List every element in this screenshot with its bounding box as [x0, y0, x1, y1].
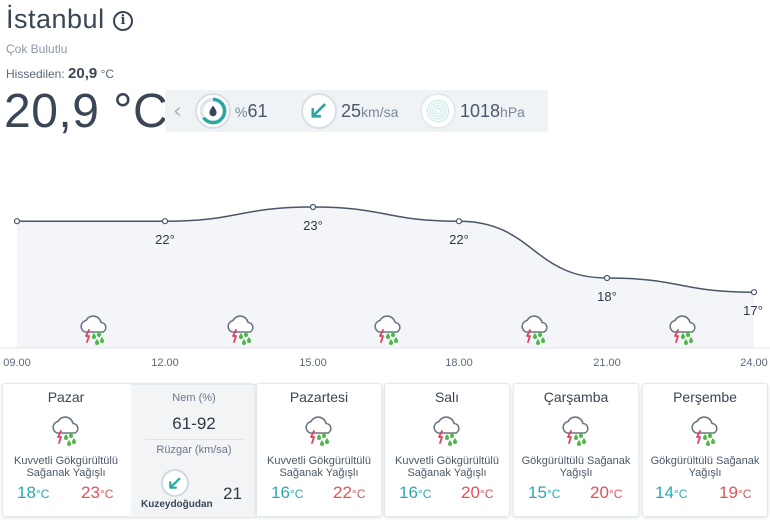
chart-x-tick-label: 12.00	[151, 357, 179, 369]
chart-point	[161, 218, 169, 225]
divider	[145, 439, 243, 440]
chart-point	[13, 218, 21, 225]
forecast-day: Pazar	[47, 389, 85, 405]
forecast-description: Kuvvetli Gökgürültülü Sağanak Yağışlı	[267, 455, 371, 479]
current-stats-bar: ‹ %61 25km/sa 1018hPa	[165, 90, 548, 132]
city-name: İstanbul	[6, 4, 105, 34]
feels-like-value: 20,9	[68, 65, 98, 82]
current-temperature: 20,9 °C	[4, 85, 169, 138]
humidity-label: Nem (%)	[172, 392, 216, 404]
humidity-icon	[195, 93, 231, 129]
forecast-min-temp: 15°C	[528, 483, 561, 502]
forecast-card-4[interactable]: Perşembe Gökgürültülü Sağanak Yağışlı 14°…	[642, 383, 768, 517]
forecast-min-temp: 16°C	[271, 483, 304, 502]
forecast-card-0[interactable]: Pazar Kuvvetli Gökgürültülü Sağanak Yağış…	[2, 383, 257, 518]
current-condition: Çok Bulutlu	[6, 42, 68, 56]
chart-point	[750, 289, 758, 296]
thunderstorm-rain-icon	[52, 416, 79, 447]
chevron-left-icon[interactable]: ‹	[173, 99, 182, 124]
thunderstorm-rain-icon	[305, 416, 332, 447]
feels-like: Hissedilen: 20,9 °C	[6, 65, 114, 82]
chart-point	[455, 218, 463, 225]
pressure-icon	[420, 93, 456, 129]
forecast-day: Perşembe	[673, 389, 737, 405]
chart-x-tick-label: 24.00	[740, 357, 768, 369]
wind-speed-value: 21	[223, 484, 242, 503]
hourly-temperature-chart: 09.00 22° 12.00 23° 15.00 22° 18.00 18° 21.00 17°…	[0, 203, 770, 369]
chart-point-label: 23°	[303, 218, 323, 233]
forecast-min-temp: 18°C	[17, 483, 50, 502]
forecast-card-1[interactable]: Pazartesi Kuvvetli Gökgürültülü Sağanak Y…	[256, 383, 382, 517]
forecast-day: Çarşamba	[543, 389, 609, 405]
chart-point-label: 22°	[155, 232, 175, 247]
info-icon[interactable]: i	[113, 11, 133, 31]
forecast-day: Pazartesi	[289, 389, 349, 405]
chart-point	[309, 203, 317, 211]
forecast-description: Kuvvetli Gökgürültülü Sağanak Yağışlı	[14, 455, 118, 479]
thunderstorm-rain-icon	[562, 416, 589, 447]
wind-label: Rüzgar (km/sa)	[156, 444, 232, 456]
chart-x-tick-label: 21.00	[593, 357, 621, 369]
forecast-min-temp: 14°C	[655, 483, 688, 502]
chart-point-label: 18°	[597, 289, 617, 304]
chart-point	[603, 274, 611, 282]
forecast-max-temp: 20°C	[590, 483, 623, 502]
wind-direction-icon	[301, 93, 337, 129]
forecast-max-temp: 22°C	[333, 483, 366, 502]
chart-x-tick-label: 18.00	[445, 357, 473, 369]
forecast-max-temp: 19°C	[719, 483, 752, 502]
forecast-max-temp: 20°C	[461, 483, 494, 502]
thunderstorm-rain-icon	[691, 416, 718, 447]
forecast-description: Gökgürültülü Sağanak Yağışlı	[650, 455, 760, 479]
wind-speed: 25km/sa	[341, 101, 399, 121]
daily-forecast: Pazar Kuvvetli Gökgürültülü Sağanak Yağış…	[0, 383, 770, 523]
humidity-value: %61	[235, 101, 268, 121]
pressure-value: 1018hPa	[460, 101, 525, 121]
forecast-description: Gökgürültülü Sağanak Yağışlı	[521, 455, 631, 479]
forecast-min-temp: 16°C	[399, 483, 432, 502]
forecast-card-3[interactable]: Çarşamba Gökgürültülü Sağanak Yağışlı 15°…	[513, 383, 639, 517]
feels-like-label: Hissedilen:	[6, 67, 65, 81]
forecast-card-2[interactable]: Salı Kuvvetli Gökgürültülü Sağanak Yağışl…	[384, 383, 510, 517]
forecast-day: Salı	[434, 389, 460, 405]
humidity-range: 61-92	[172, 414, 216, 433]
chart-point-label: 22°	[449, 232, 469, 247]
chart-point-label: 17°	[743, 303, 763, 318]
forecast-description: Kuvvetli Gökgürültülü Sağanak Yağışlı	[395, 455, 499, 479]
feels-like-unit: °C	[100, 67, 115, 81]
forecast-max-temp: 23°C	[81, 483, 114, 502]
chart-x-tick-label: 15.00	[299, 357, 327, 369]
wind-direction-text: Kuzeydoğudan	[141, 499, 213, 510]
thunderstorm-rain-icon	[433, 416, 460, 447]
wind-direction-icon	[161, 469, 189, 497]
forecast-detail-panel: Nem (%) 61-92 Rüzgar (km/sa) Kuzeydoğuda…	[131, 384, 257, 518]
chart-x-tick-label: 09.00	[3, 357, 31, 369]
